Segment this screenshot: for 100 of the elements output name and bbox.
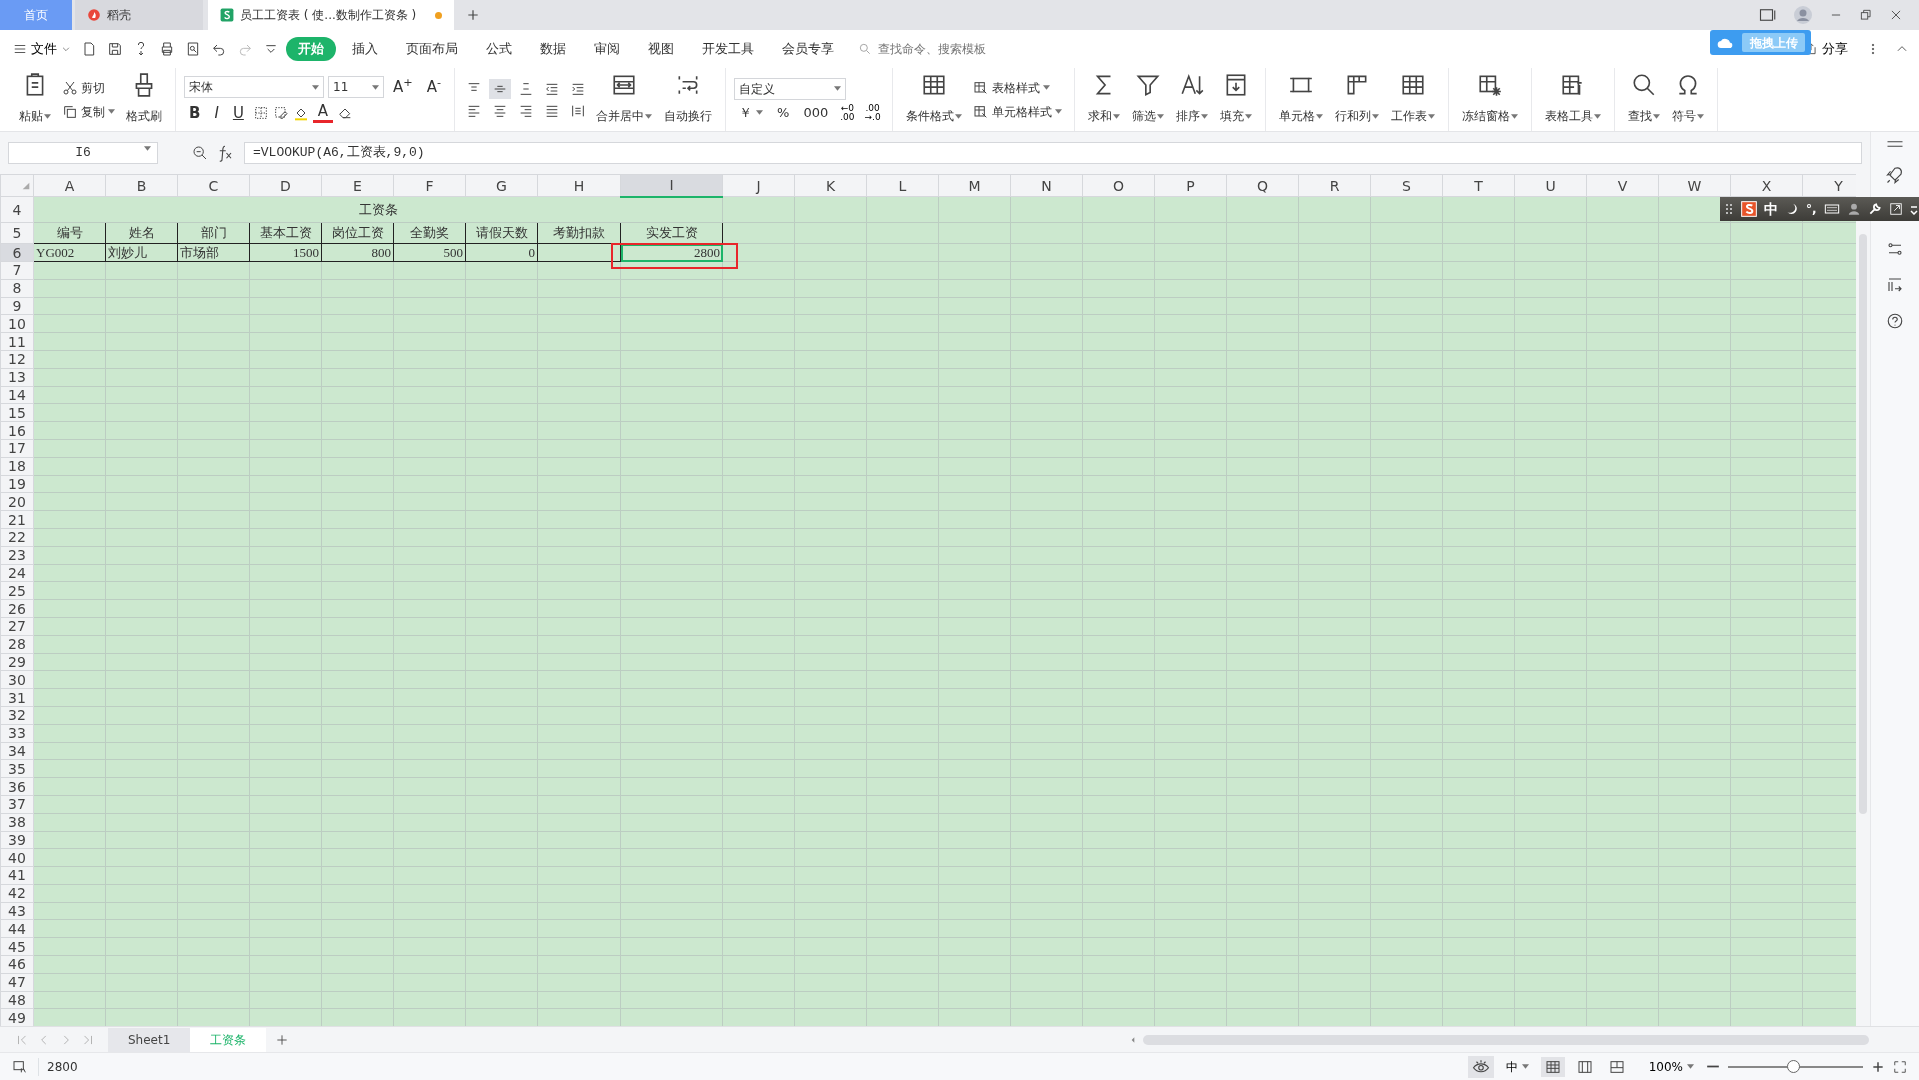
column-header[interactable]: T [1442,174,1515,197]
ribbon-button[interactable]: 表格工具 [1539,68,1606,131]
table-cell[interactable]: 全勤奖 [393,222,466,244]
column-header[interactable]: E [321,174,394,197]
table-cell[interactable]: 800 [321,243,394,262]
eye-protection-button[interactable] [1467,1055,1494,1078]
number-format-button[interactable]: ￥ [734,104,769,121]
column-header[interactable]: D [249,174,322,197]
input-mode-button[interactable]: 中 [1501,1055,1533,1078]
table-cell[interactable]: 部门 [177,222,250,244]
table-cell[interactable]: YG002 [33,243,106,262]
font-style-button[interactable]: U [227,103,249,122]
table-cell[interactable]: 1500 [249,243,322,262]
ribbon-button[interactable]: 排序 [1170,68,1213,131]
table-cell[interactable]: 考勤扣款 [537,222,621,244]
table-cell[interactable]: 市场部 [177,243,250,262]
column-header[interactable]: G [465,174,538,197]
font-size-button[interactable]: A$^{+}$ [388,78,418,96]
table-cell[interactable]: 刘妙儿 [105,243,178,262]
ribbon-button[interactable]: 条件格式 [900,68,967,131]
window-tab[interactable]: 员工工资表 ( 使...数制作工资条 ) [208,0,454,30]
ribbon-tab[interactable]: 视图 [636,36,686,62]
column-header[interactable]: X [1730,174,1803,197]
sheet-tab[interactable]: Sheet1 [108,1027,191,1052]
font-color-button[interactable]: A [312,102,334,123]
ribbon-button[interactable]: 单元格 [1273,68,1328,131]
ribbon-button[interactable]: 求和 [1082,68,1125,131]
ribbon-tab[interactable]: 数据 [528,36,578,62]
table-cell[interactable]: 请假天数 [465,222,538,244]
ribbon-tab[interactable]: 页面布局 [394,36,470,62]
row-header[interactable]: 4 [0,196,34,223]
table-cell[interactable]: 编号 [33,222,106,244]
table-cell[interactable]: 2800 [620,243,723,262]
column-header[interactable]: R [1298,174,1371,197]
column-header[interactable]: U [1514,174,1587,197]
column-header[interactable]: B [105,174,178,197]
decimal-button[interactable]: .00 →.0 [861,103,884,122]
formula-field[interactable]: =VLOOKUP(A6,工资表,9,0) [244,142,1862,164]
punctuation-mode[interactable]: °, [1806,200,1817,218]
ime-floating-menu[interactable]: 中 °, [1720,197,1919,221]
column-header[interactable]: M [938,174,1011,197]
ribbon-button[interactable]: 筛选 [1126,68,1169,131]
ribbon-tab[interactable]: 会员专享 [770,36,846,62]
ribbon-tab[interactable]: 插入 [340,36,390,62]
table-cell[interactable]: 姓名 [105,222,178,244]
column-header[interactable]: K [794,174,867,197]
column-header[interactable]: Q [1226,174,1299,197]
column-header[interactable]: I [620,174,723,197]
ribbon-button[interactable]: 查找 [1622,68,1665,131]
horizontal-scrollbar[interactable] [1129,1032,1869,1047]
column-header[interactable]: N [1010,174,1083,197]
column-header[interactable]: S [1370,174,1443,197]
search-field[interactable]: 查找命令、搜索模板 [858,39,1026,59]
font-style-button[interactable]: I [209,103,224,122]
column-header[interactable]: A [33,174,106,197]
column-header[interactable]: C [177,174,250,197]
column-header[interactable]: Y [1802,174,1856,197]
table-cell[interactable]: 500 [393,243,466,262]
font-size-button[interactable]: A$^{-}$ [421,78,447,96]
input-mode[interactable]: 中 [1764,198,1778,220]
column-header[interactable]: H [537,174,621,197]
font-style-button[interactable]: B [184,103,206,122]
column-header[interactable]: V [1586,174,1659,197]
column-header[interactable]: L [866,174,939,197]
row-header[interactable]: 5 [0,222,34,244]
ribbon-button[interactable]: 工作表 [1385,68,1440,131]
file-menu[interactable]: 文件 [10,37,74,61]
ribbon-button[interactable]: 粘贴 [14,68,56,131]
ribbon-tab[interactable]: 审阅 [582,36,632,62]
align-button[interactable] [489,78,512,99]
table-cell[interactable]: 基本工资 [249,222,322,244]
slider-thumb[interactable] [1786,1059,1800,1073]
zoom-level[interactable]: 100% [1644,1055,1698,1078]
font-size-field[interactable]: 11 [328,76,384,98]
column-header[interactable]: F [393,174,466,197]
window-tab[interactable]: 稻壳 [75,0,203,30]
table-cell[interactable]: 0 [465,243,538,262]
view-mode-button[interactable] [1540,1056,1565,1077]
decimal-button[interactable]: ←0 .00 [837,103,858,122]
column-header[interactable]: J [722,174,795,197]
sheet-title[interactable]: 工资条 [33,196,723,223]
ribbon-tab[interactable]: 公式 [474,36,524,62]
ribbon-button[interactable]: 自动换行 [659,68,718,131]
table-cell[interactable]: 岗位工资 [321,222,394,244]
column-header[interactable]: P [1154,174,1227,197]
ribbon-button[interactable]: 单元格样式 [968,100,1066,123]
ribbon-button[interactable]: 行和列 [1329,68,1384,131]
ribbon-button[interactable]: 符号 [1666,68,1709,131]
ribbon-button[interactable]: 表格样式 [968,76,1066,99]
number-format-field[interactable]: 自定义 [734,77,847,100]
ribbon-tab[interactable]: 开发工具 [690,36,766,62]
column-header[interactable]: W [1658,174,1731,197]
font-name-field[interactable]: 宋体 [184,76,324,98]
ribbon-button[interactable]: 填充 [1214,68,1257,131]
ribbon-button[interactable]: 格式刷 [121,68,167,131]
column-header[interactable]: O [1082,174,1155,197]
ribbon-button[interactable]: 合并居中 [591,68,658,131]
number-format-button[interactable]: 000 [798,104,834,121]
name-box[interactable]: I6 [8,142,158,164]
ribbon-button[interactable]: 剪切 [58,76,119,99]
